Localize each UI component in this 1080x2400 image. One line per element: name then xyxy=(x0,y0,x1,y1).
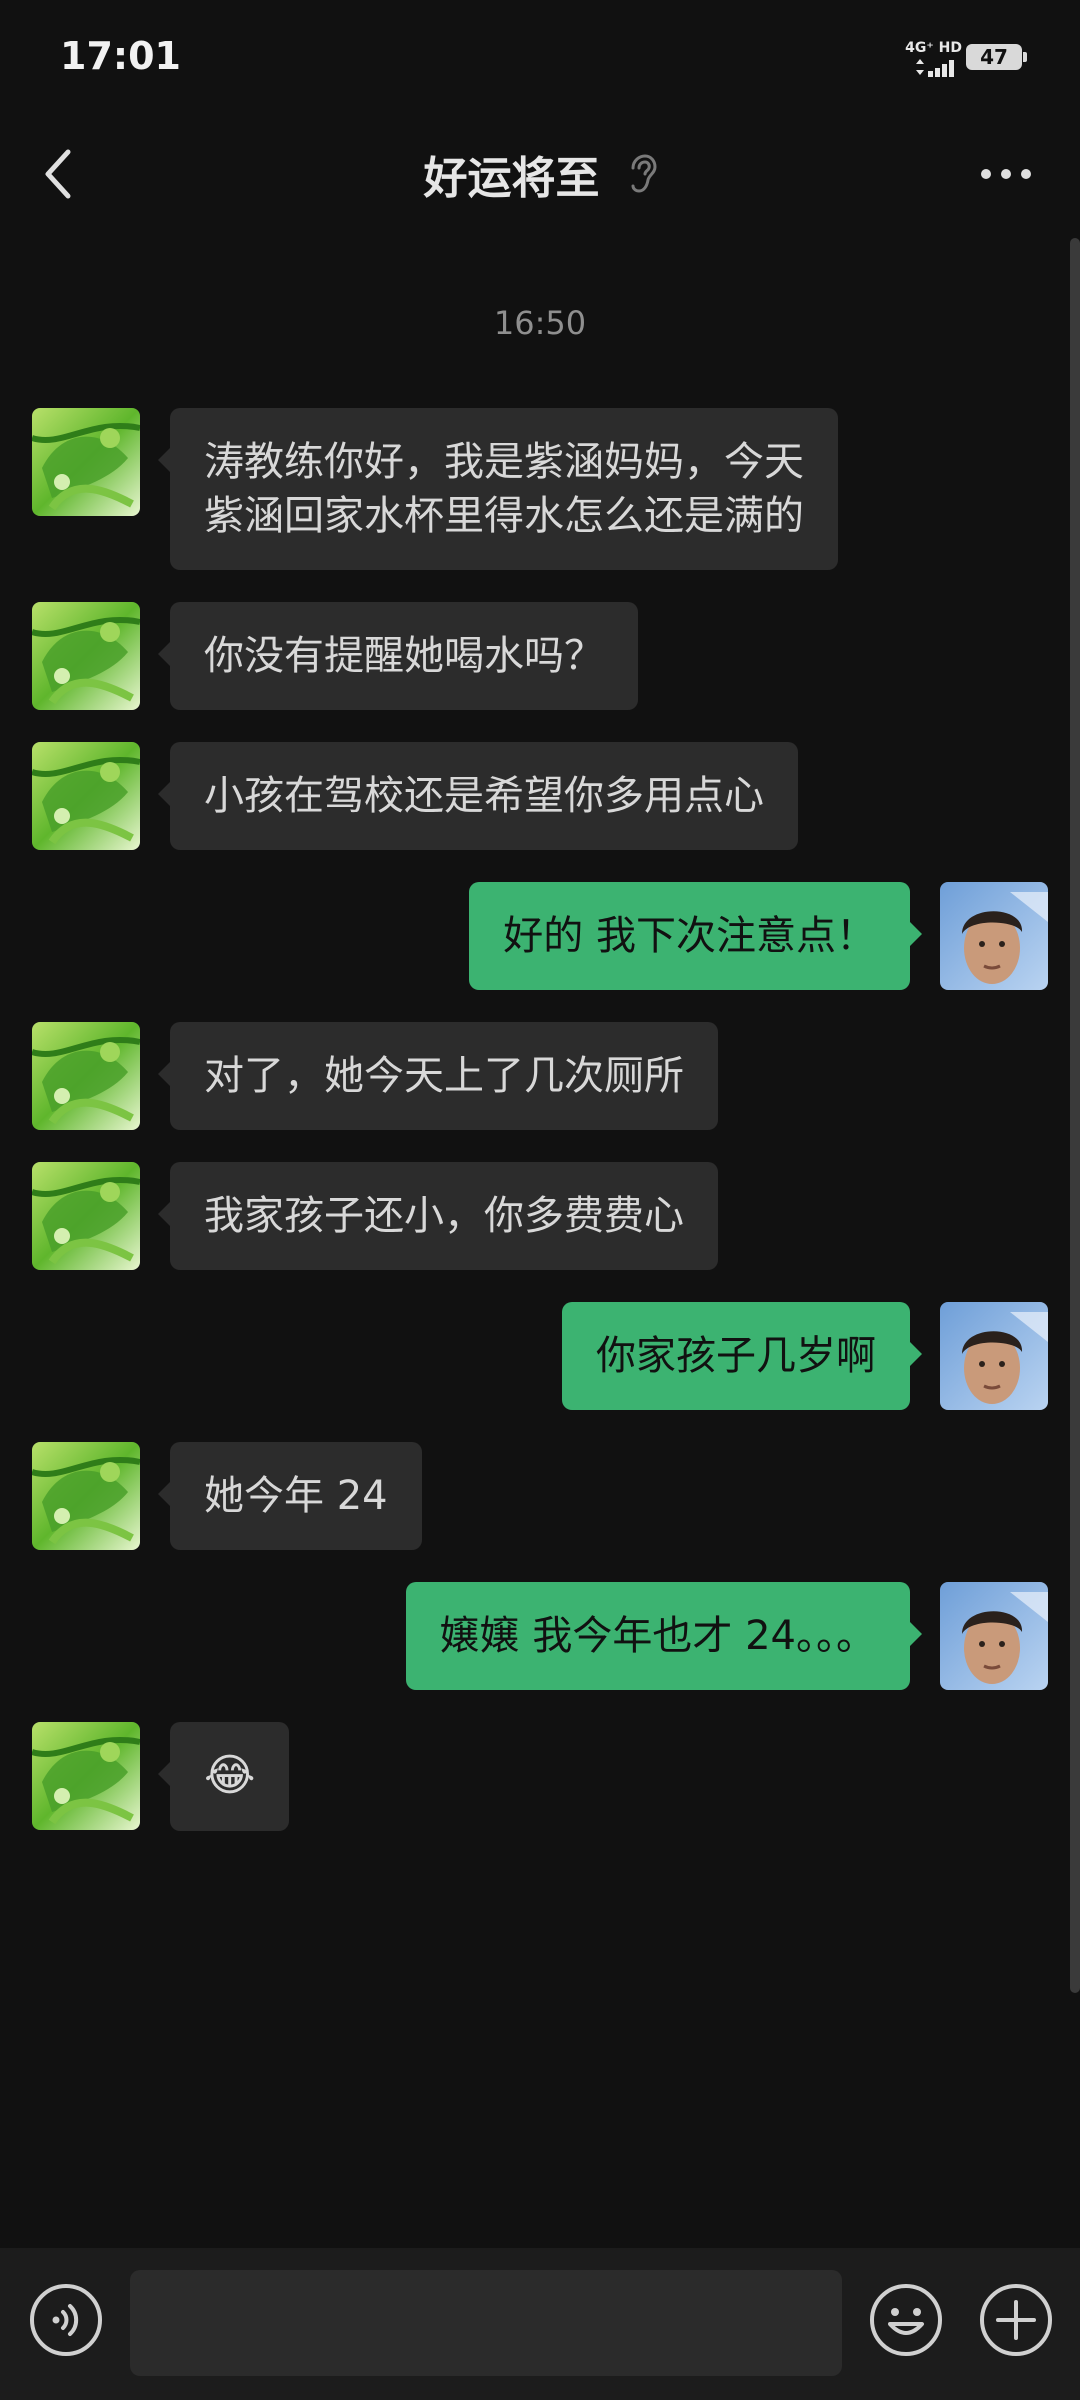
chat-header: 好运将至 xyxy=(0,120,1080,228)
contact-avatar[interactable] xyxy=(32,1442,140,1550)
message-bubble[interactable]: 她今年 24 xyxy=(158,1442,422,1550)
voice-icon xyxy=(30,2284,102,2356)
chat-title: 好运将至 xyxy=(423,153,600,204)
message-bubble[interactable]: 好的 我下次注意点！ xyxy=(469,882,922,990)
title-area: 好运将至 xyxy=(0,142,1080,206)
my-avatar[interactable] xyxy=(940,1302,1048,1410)
chat-timestamp: 16:50 xyxy=(493,304,587,342)
contact-avatar[interactable] xyxy=(32,602,140,710)
network-label: 4G⁺ HD xyxy=(905,40,962,56)
message-bubble[interactable]: 😂 xyxy=(157,1722,290,1831)
emoji-button[interactable] xyxy=(868,2282,944,2358)
message-text-line: 紫涵回家水杯里得水怎么还是满的 xyxy=(204,493,804,539)
status-time: 17:01 xyxy=(60,34,181,78)
more-button[interactable] xyxy=(976,156,1036,192)
contact-avatar[interactable] xyxy=(32,1022,140,1130)
status-indicators: 4G⁺ HD 47 xyxy=(862,38,1027,82)
message-bubble[interactable]: 涛教练你好，我是紫涵妈妈，今天 紫涵回家水杯里得水怎么还是满的 xyxy=(158,408,838,570)
emoji-message: 😂 xyxy=(204,1750,256,1801)
message-bubble[interactable]: 嬢嬢 我今年也才 24。。。 xyxy=(405,1582,923,1690)
scrollbar[interactable] xyxy=(1070,238,1080,1993)
ear-icon xyxy=(631,154,657,193)
input-bar xyxy=(0,2248,1080,2400)
more-dots-icon xyxy=(981,169,1031,179)
message-bubble[interactable]: 我家孩子还小，你多费费心 xyxy=(158,1162,718,1270)
message-text-line: 涛教练你好，我是紫涵妈妈，今天 xyxy=(204,439,804,485)
battery-indicator: 47 xyxy=(966,44,1027,70)
my-avatar[interactable] xyxy=(940,882,1048,990)
voice-button[interactable] xyxy=(28,2282,104,2358)
message-text: 好的 我下次注意点！ xyxy=(503,913,876,959)
message-text: 她今年 24 xyxy=(204,1473,388,1519)
message-input[interactable] xyxy=(130,2270,842,2376)
message-bubble[interactable]: 你没有提醒她喝水吗？ xyxy=(158,602,638,710)
message-text: 我家孩子还小，你多费费心 xyxy=(204,1193,684,1239)
message-bubble[interactable]: 你家孩子几岁啊 xyxy=(562,1302,922,1410)
contact-avatar[interactable] xyxy=(32,1722,140,1830)
contact-avatar[interactable] xyxy=(32,1162,140,1270)
message-text: 小孩在驾校还是希望你多用点心 xyxy=(204,773,764,819)
plus-button[interactable] xyxy=(978,2282,1054,2358)
emoji-icon xyxy=(870,2284,942,2356)
message-text: 你没有提醒她喝水吗？ xyxy=(204,633,604,679)
contact-avatar[interactable] xyxy=(32,408,140,516)
contact-avatar[interactable] xyxy=(32,742,140,850)
message-bubble[interactable]: 小孩在驾校还是希望你多用点心 xyxy=(158,742,798,850)
message-bubble[interactable]: 对了，她今天上了几次厕所 xyxy=(158,1022,718,1130)
signal-icon xyxy=(916,59,954,77)
plus-icon xyxy=(980,2284,1052,2356)
status-bar: 17:01 4G⁺ HD 47 xyxy=(0,0,1080,120)
message-text: 你家孩子几岁啊 xyxy=(596,1333,876,1379)
message-text: 对了，她今天上了几次厕所 xyxy=(204,1053,684,1099)
message-text: 嬢嬢 我今年也才 24。。。 xyxy=(439,1613,876,1659)
my-avatar[interactable] xyxy=(940,1582,1048,1690)
